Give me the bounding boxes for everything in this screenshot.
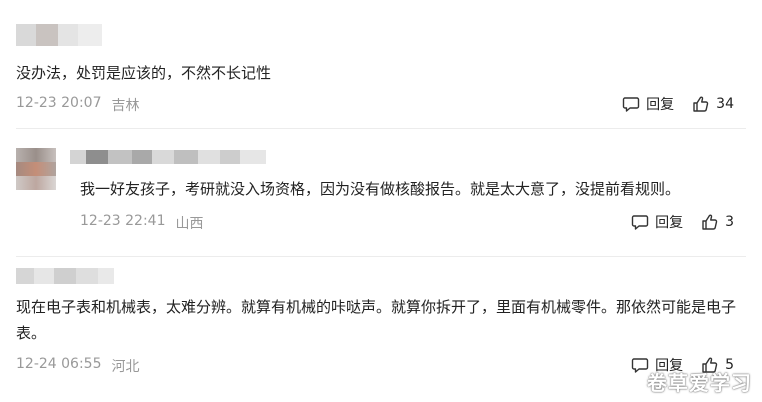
divider [16, 256, 746, 257]
like-count: 3 [725, 214, 734, 230]
comment-location: 河北 [111, 359, 140, 375]
comment-date: 12-23 22:41 [80, 213, 166, 229]
reply-button[interactable]: 回复 [622, 94, 674, 114]
reply-button[interactable]: 回复 [631, 212, 683, 232]
comment-date: 12-23 20:07 [16, 95, 102, 111]
comment-item: 我一好友孩子，考研就没入场资格，因为没有做核酸报告。就是太大意了，没提前看规则。… [0, 128, 762, 256]
avatar [16, 148, 56, 190]
comment-bubble-icon [631, 213, 649, 231]
thumbs-up-icon [701, 213, 719, 231]
blurred-username [16, 24, 102, 46]
blurred-username [16, 268, 114, 284]
comment-date: 12-24 06:55 [16, 356, 102, 372]
comment-meta: 12-24 06:55 河北 [16, 356, 139, 376]
comment-meta: 12-23 20:07 吉林 [16, 95, 139, 115]
comment-bubble-icon [622, 95, 640, 113]
comment-text: 现在电子表和机械表，太难分辨。就算有机械的咔哒声。就算你拆开了，里面有机械零件。… [16, 298, 737, 342]
comment-meta: 12-23 22:41 山西 [80, 213, 203, 233]
comment-text: 没办法，处罚是应该的，不然不长记性 [16, 64, 272, 82]
reply-label: 回复 [655, 215, 684, 231]
comment-text: 我一好友孩子，考研就没入场资格，因为没有做核酸报告。就是太大意了，没提前看规则。 [80, 180, 681, 198]
comment-location: 山西 [175, 216, 204, 232]
like-button[interactable]: 3 [701, 213, 734, 231]
watermark: 卷草爱学习 [647, 371, 752, 395]
comment-location: 吉林 [111, 98, 140, 114]
blurred-username [70, 150, 266, 164]
comment-item: 没办法，处罚是应该的，不然不长记性 12-23 20:07 吉林 回复 34 [0, 0, 762, 128]
like-count: 34 [716, 96, 734, 112]
reply-label: 回复 [646, 97, 675, 113]
thumbs-up-icon [692, 95, 710, 113]
comment-actions: 回复 34 [622, 94, 734, 114]
comment-actions: 回复 3 [631, 212, 734, 232]
like-button[interactable]: 34 [692, 95, 734, 113]
